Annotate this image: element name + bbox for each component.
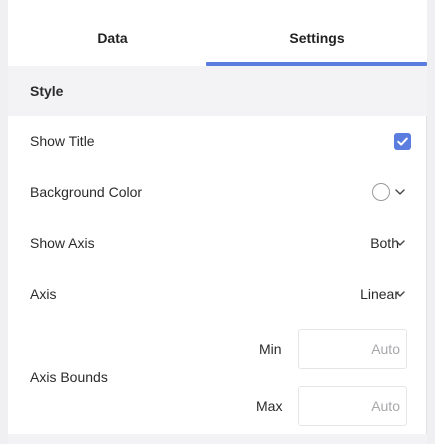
- background-color-label: Background Color: [30, 184, 143, 200]
- row-show-title: Show Title: [8, 116, 427, 166]
- tab-settings[interactable]: Settings: [207, 0, 427, 66]
- row-background-color: Background Color: [8, 167, 427, 217]
- min-label: Min: [259, 341, 282, 357]
- chevron-down-icon[interactable]: [395, 189, 405, 195]
- tab-data[interactable]: Data: [8, 0, 217, 66]
- check-icon: [397, 137, 408, 146]
- show-axis-label: Show Axis: [30, 235, 95, 251]
- max-label: Max: [256, 398, 283, 414]
- row-show-axis: Show Axis Both: [8, 218, 427, 268]
- show-title-label: Show Title: [30, 133, 95, 149]
- max-input[interactable]: Auto: [298, 386, 407, 426]
- axis-label: Axis: [30, 286, 57, 302]
- section-style-header: Style: [8, 66, 427, 116]
- next-section-strip: [8, 434, 427, 444]
- min-input[interactable]: Auto: [298, 329, 407, 369]
- row-axis: Axis Linear: [8, 269, 427, 319]
- tab-bar: Data Settings: [8, 0, 427, 66]
- chevron-down-icon[interactable]: [395, 240, 405, 246]
- show-title-checkbox[interactable]: [394, 133, 411, 150]
- axis-dropdown[interactable]: Linear: [360, 269, 399, 319]
- background-color-swatch[interactable]: [372, 183, 390, 201]
- axis-bounds-label: Axis Bounds: [30, 369, 108, 385]
- row-axis-bounds: Axis Bounds Min Auto Max Auto: [8, 323, 427, 433]
- settings-panel: Data Settings Style Show Title Backgroun…: [8, 0, 427, 444]
- chevron-down-icon[interactable]: [395, 291, 405, 297]
